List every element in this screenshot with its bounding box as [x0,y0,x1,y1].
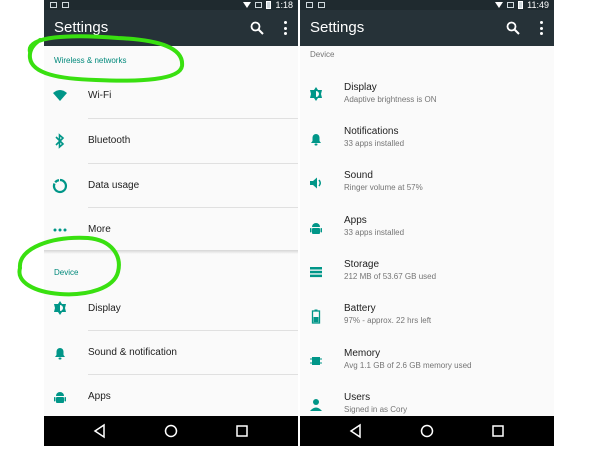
home-icon[interactable] [419,423,435,439]
settings-item-summary: Adaptive brightness is ON [344,95,437,104]
settings-item-apps[interactable]: Apps [44,375,298,416]
settings-item-wifi[interactable]: Wi-Fi [44,74,298,118]
image-notification-icon [306,2,313,8]
navigation-bar [44,416,298,446]
more-dots-icon [53,228,67,232]
settings-item-summary: Avg 1.1 GB of 2.6 GB memory used [344,361,472,370]
brightness-icon [310,87,322,101]
back-icon[interactable] [92,423,108,439]
sim-icon [255,2,263,8]
settings-item-label: Sound & notification [88,347,177,358]
notification-icon [318,2,325,8]
android-icon [54,392,66,403]
battery-status-icon [518,1,524,9]
clock: 1:18 [275,0,293,10]
settings-item-more[interactable]: More [44,208,298,252]
settings-item-label: Users [344,392,371,403]
status-bar: 11:49 [300,0,554,10]
settings-item-battery[interactable]: Battery 97% - approx. 22 hrs left [300,294,554,338]
notification-icon [62,2,69,8]
search-icon[interactable] [250,21,264,35]
memory-icon [310,357,322,365]
image-notification-icon [50,2,57,8]
settings-item-label: Notifications [344,126,399,137]
settings-item-label: Wi-Fi [88,90,112,101]
right-settings-screen: 11:49 Settings Device Display Adaptive b… [300,0,554,446]
settings-item-summary: 97% - approx. 22 hrs left [344,316,432,325]
data-usage-icon [52,178,68,194]
settings-item-label: Display [344,82,377,93]
page-title: Settings [310,19,365,36]
settings-item-display[interactable]: Display [44,286,298,330]
battery-icon [311,309,321,324]
page-title: Settings [54,19,109,36]
left-settings-screen: 1:18 Settings Wireless & networks Wi-Fi … [44,0,298,446]
navigation-bar [300,416,554,446]
settings-item-bluetooth[interactable]: Bluetooth [44,119,298,163]
settings-item-summary: Signed in as Cory [344,405,408,414]
settings-item-summary: Ringer volume at 57% [344,183,423,192]
wifi-signal-icon [243,2,252,8]
settings-item-data-usage[interactable]: Data usage [44,164,298,208]
volume-icon [310,177,321,189]
search-icon[interactable] [506,21,520,35]
settings-item-storage[interactable]: Storage 212 MB of 53.67 GB used [300,250,554,294]
settings-item-users[interactable]: Users Signed in as Cory [300,383,554,416]
wifi-signal-icon [495,2,504,8]
app-bar: Settings [300,10,554,46]
brightness-icon [54,301,66,315]
settings-item-label: Battery [344,303,376,314]
bell-icon [55,348,65,360]
settings-item-label: Apps [344,215,367,226]
settings-item-apps[interactable]: Apps 33 apps installed [300,206,554,250]
settings-item-label: Storage [344,259,380,270]
settings-item-label: More [88,224,111,235]
section-shadow [44,250,298,254]
battery-status-icon [266,1,272,9]
settings-list: Wireless & networks Wi-Fi Bluetooth Data… [44,46,298,416]
sim-icon [507,2,515,8]
settings-item-sound[interactable]: Sound Ringer volume at 57% [300,161,554,205]
app-bar: Settings [44,10,298,46]
storage-icon [310,267,322,278]
clock: 11:49 [527,0,549,10]
person-icon [310,399,322,411]
wifi-icon [53,90,67,101]
settings-item-label: Apps [88,391,111,402]
more-options-icon[interactable] [538,21,544,35]
settings-item-display[interactable]: Display Adaptive brightness is ON [300,72,554,116]
android-icon [310,223,322,234]
home-icon[interactable] [163,423,179,439]
settings-item-memory[interactable]: Memory Avg 1.1 GB of 2.6 GB memory used [300,339,554,383]
settings-item-label: Data usage [88,180,140,191]
settings-item-label: Sound [344,170,373,181]
settings-list: Device Display Adaptive brightness is ON… [300,46,554,416]
settings-item-summary: 33 apps installed [344,228,405,237]
more-options-icon[interactable] [282,21,288,35]
status-bar: 1:18 [44,0,298,10]
recents-icon[interactable] [490,423,506,439]
section-header-device: Device [310,50,335,59]
bell-icon [311,134,321,146]
bluetooth-icon [55,133,65,149]
settings-item-label: Memory [344,348,381,359]
section-header-wireless: Wireless & networks [54,56,127,65]
settings-item-label: Display [88,303,121,314]
settings-item-summary: 33 apps installed [344,139,405,148]
settings-item-label: Bluetooth [88,135,131,146]
back-icon[interactable] [348,423,364,439]
settings-item-notifications[interactable]: Notifications 33 apps installed [300,117,554,161]
settings-item-summary: 212 MB of 53.67 GB used [344,272,437,281]
settings-item-sound-notification[interactable]: Sound & notification [44,331,298,375]
recents-icon[interactable] [234,423,250,439]
section-header-device: Device [54,268,79,277]
